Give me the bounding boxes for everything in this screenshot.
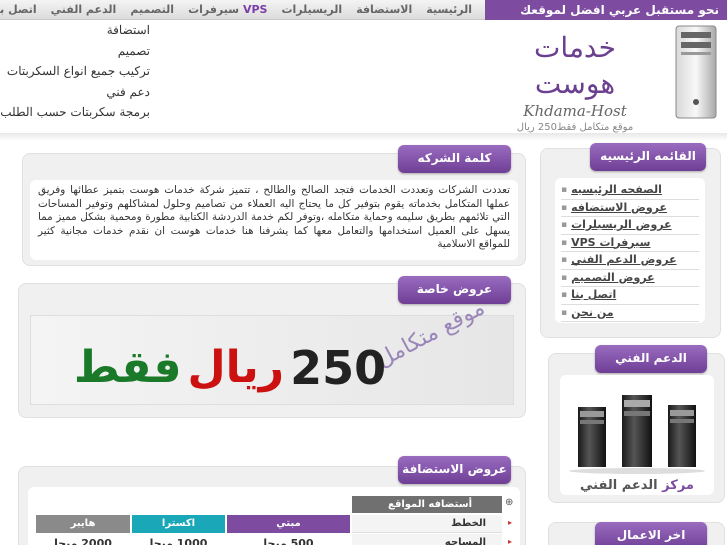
support-title: الدعم الفني <box>595 345 707 373</box>
nav-support[interactable]: الدعم الفني <box>44 3 124 16</box>
bullet-icon: ▪ <box>561 237 568 248</box>
tagline: نحو مستقبل عربي افضل لموقعك <box>485 0 727 20</box>
row-label-plans: الخطط <box>352 515 502 533</box>
bullet-icon: ▪ <box>561 255 568 265</box>
row-marker-icon: ▸ <box>508 537 513 545</box>
dropdown-menu: استضافة تصميم تركيب جميع انواع السكربتات… <box>0 20 160 123</box>
hosting-offers-title: عروض الاستضافة <box>398 456 511 484</box>
menu-item-label: عروض الدعم الفني <box>571 253 677 266</box>
plan-header-mini: مبتي <box>227 515 350 533</box>
support-caption-rest: الدعم الفني <box>580 478 658 493</box>
bullet-icon: ▪ <box>561 272 568 283</box>
nav-vps-servers[interactable]: سيرفرات VPS <box>181 3 274 16</box>
special-offers-title: عروض خاصة <box>398 276 511 304</box>
menu-item-label: عروض الاستضافه <box>571 200 668 214</box>
expand-icon[interactable]: ⊕ <box>505 497 515 511</box>
main-menu-list: الصفحه الرئيسيه ▪ عروض الاستضافه ▪ عروض ال… <box>555 178 705 323</box>
bullet-icon: ▪ <box>561 185 568 195</box>
row-marker-icon: ▸ <box>508 518 513 527</box>
support-caption-highlight: مركز <box>662 478 694 493</box>
nav-resellers[interactable]: الريسيلرات <box>274 3 349 16</box>
menu-item-about[interactable]: من نحن ▪ <box>561 305 699 322</box>
dropdown-item-hosting[interactable]: استضافة <box>0 20 150 41</box>
dropdown-item-design[interactable]: تصميم <box>0 41 150 62</box>
row-label-space: المساحه <box>352 534 502 545</box>
space-value-mini: 500 ميجا <box>263 537 314 545</box>
nav-vps-label: VPS <box>242 3 268 16</box>
nav-servers-label: سيرفرات <box>188 3 240 16</box>
bullet-icon: ▪ <box>561 290 568 300</box>
dropdown-item-scripts[interactable]: تركيب جميع انواع السكربتات <box>0 61 150 82</box>
menu-item-contact[interactable]: اتصل بنا ▪ <box>561 287 699 305</box>
top-navigation: الرئيسية الاستضافة الريسيلرات سيرفرات VP… <box>0 0 485 20</box>
support-image-box[interactable] <box>560 375 714 495</box>
dropdown-item-support[interactable]: دعم فني <box>0 82 150 103</box>
servers-icon <box>569 395 705 474</box>
logo-arabic: خدمات هوست <box>534 31 617 100</box>
menu-item-design[interactable]: عروض التصميم ▪ <box>561 270 699 287</box>
server-icon <box>675 25 717 119</box>
nav-home[interactable]: الرئيسية <box>419 3 479 16</box>
space-value-extra: 1000 ميجا <box>149 537 208 545</box>
bullet-icon: ▪ <box>561 220 568 230</box>
menu-item-home[interactable]: الصفحه الرئيسيه ▪ <box>561 182 699 200</box>
menu-item-label: من نحن <box>571 305 614 319</box>
menu-item-hosting[interactable]: عروض الاستضافه ▪ <box>561 200 699 217</box>
menu-item-support[interactable]: عروض الدعم الفني ▪ <box>561 252 699 270</box>
nav-hosting[interactable]: الاستضافة <box>349 3 419 16</box>
plan-header-extra: اكسترا <box>132 515 225 533</box>
nav-contact[interactable]: اتصل بنا <box>0 3 44 16</box>
bullet-icon: ▪ <box>561 202 568 213</box>
menu-item-vps[interactable]: سيرفرات VPS ▪ <box>561 235 699 252</box>
menu-item-label: اتصل بنا <box>571 288 617 301</box>
offer-price-number: 250 <box>290 340 387 395</box>
main-menu-title: القائمه الرئيسيه <box>590 143 706 171</box>
offer-only: فقط <box>73 342 182 393</box>
menu-item-label: الصفحه الرئيسيه <box>571 183 662 196</box>
offer-price: 250 ريال فقط <box>74 330 386 405</box>
nav-design[interactable]: التصميم <box>123 3 181 16</box>
support-caption: مركز الدعم الفني <box>560 478 714 493</box>
dropdown-item-programming[interactable]: برمجة سكربتات حسب الطلب <box>0 102 150 123</box>
works-title: اخر الاعمال <box>595 522 707 545</box>
menu-item-label: عروض التصميم <box>571 270 655 284</box>
menu-item-resellers[interactable]: عروض الريسيلرات ▪ <box>561 217 699 235</box>
menu-item-label: سيرفرات VPS <box>571 235 651 249</box>
space-value-hyper: 2000 ميجا <box>54 537 112 545</box>
hosting-table-header: أستضافه المواقع <box>352 496 502 513</box>
header-separator <box>0 133 727 141</box>
company-word-text: تعددت الشركات وتعددت الخدمات فتجد الصالح… <box>30 180 518 260</box>
logo-english: Khdama-Host <box>523 102 627 120</box>
bullet-icon: ▪ <box>561 307 568 318</box>
site-logo[interactable]: خدمات هوست Khdama-Host موقع متكامل فقط25… <box>505 30 645 133</box>
menu-item-label: عروض الريسيلرات <box>571 218 672 231</box>
offer-currency: ريال <box>187 342 285 393</box>
plan-header-hyper: هايبر <box>36 515 130 533</box>
company-word-title: كلمة الشركه <box>398 145 511 173</box>
